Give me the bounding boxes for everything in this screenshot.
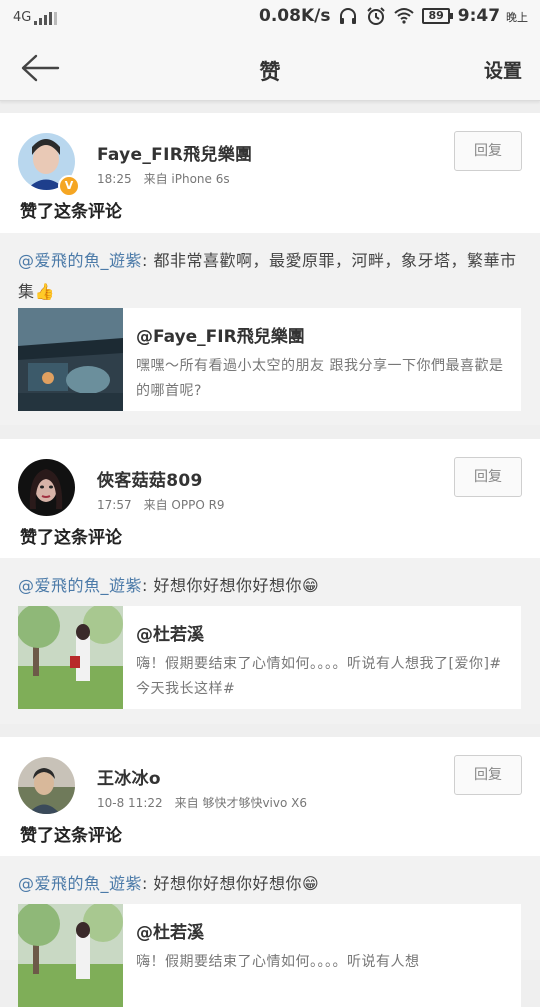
username[interactable]: 王冰冰o	[97, 764, 161, 789]
comment-body: : 好想你好想你好想你😁	[142, 576, 320, 595]
comment-block[interactable]: @爱飛的魚_遊紫: 都非常喜歡啊，最愛原罪，河畔，象牙塔，繁華市集👍 @Faye…	[0, 233, 540, 425]
quoted-post-author: @杜若溪	[136, 923, 204, 943]
quoted-post[interactable]: @杜若溪 嗨！假期要结束了心情如何。。。。听说有人想	[18, 904, 521, 1007]
comment-text: @爱飛的魚_遊紫: 都非常喜歡啊，最愛原罪，河畔，象牙塔，繁華市集👍	[18, 245, 522, 307]
mention-link[interactable]: @爱飛的魚_遊紫	[18, 251, 142, 270]
like-item-card: 王冰冰o 10-8 11:22 来自 够快才够快vivo X6 回复 赞了这条评论	[0, 737, 540, 856]
username[interactable]: Faye_FIR飛兒樂團	[97, 140, 252, 165]
wifi-icon	[394, 8, 415, 24]
headphones-icon	[340, 8, 357, 24]
like-action-text: 赞了这条评论	[20, 826, 122, 846]
page-title: 赞	[259, 60, 281, 84]
post-meta: 18:25 来自 iPhone 6s	[97, 170, 230, 187]
time-value: 9:47	[457, 6, 501, 26]
quoted-post-author: @杜若溪	[136, 625, 204, 645]
comment-body: : 好想你好想你好想你😁	[142, 874, 320, 893]
alarm-icon	[367, 7, 386, 25]
post-source: 来自 iPhone 6s	[143, 172, 230, 186]
ampm: 晚上	[506, 11, 528, 24]
quoted-post-text: 嘿嘿～所有看過小太空的朋友 跟我分享一下你們最喜歡是的哪首呢?	[136, 358, 504, 399]
reply-button[interactable]: 回复	[454, 131, 522, 171]
app-header: 赞 设置	[0, 36, 540, 101]
quoted-post-author: @Faye_FIR飛兒樂團	[136, 327, 305, 347]
reply-button[interactable]: 回复	[454, 755, 522, 795]
avatar[interactable]	[18, 757, 75, 814]
post-meta: 10-8 11:22 来自 够快才够快vivo X6	[97, 794, 307, 811]
status-right: 0.08K/s 89 9:47 晚上	[259, 6, 528, 26]
comment-text: @爱飛的魚_遊紫: 好想你好想你好想你😁	[18, 868, 522, 899]
quoted-post-text: 嗨！假期要结束了心情如何。。。。听说有人想	[136, 954, 420, 970]
quoted-post[interactable]: @Faye_FIR飛兒樂團 嘿嘿～所有看過小太空的朋友 跟我分享一下你們最喜歡是…	[18, 308, 521, 411]
post-time: 10-8 11:22	[97, 796, 163, 810]
comment-text: @爱飛的魚_遊紫: 好想你好想你好想你😁	[18, 570, 522, 601]
battery-icon: 89	[422, 8, 454, 24]
settings-button[interactable]: 设置	[484, 56, 522, 83]
post-time: 17:57	[97, 498, 132, 512]
network-indicator: 4G	[13, 10, 58, 25]
reply-button[interactable]: 回复	[454, 457, 522, 497]
username[interactable]: 俠客菇菇809	[97, 466, 203, 491]
like-action-text: 赞了这条评论	[20, 528, 122, 548]
network-type: 4G	[13, 10, 32, 25]
like-action-text: 赞了这条评论	[20, 202, 122, 222]
quoted-post-thumbnail	[18, 904, 123, 1007]
post-time: 18:25	[97, 172, 132, 186]
avatar[interactable]	[18, 459, 75, 516]
signal-icon	[34, 11, 58, 25]
like-item-card: V Faye_FIR飛兒樂團 18:25 来自 iPhone 6s 回复 赞了这条…	[0, 113, 540, 233]
post-source: 来自 OPPO R9	[143, 498, 225, 512]
comment-block[interactable]: @爱飛的魚_遊紫: 好想你好想你好想你😁 @杜若溪 嗨！假期要结束了心情如何。。…	[0, 558, 540, 724]
quoted-post-thumbnail	[18, 606, 123, 709]
like-item-card: 俠客菇菇809 17:57 来自 OPPO R9 回复 赞了这条评论	[0, 439, 540, 558]
net-speed: 0.08K/s	[259, 6, 331, 26]
quoted-post-thumbnail	[18, 308, 123, 411]
comment-block[interactable]: @爱飛的魚_遊紫: 好想你好想你好想你😁 @杜若溪 嗨！假期要结束了心情如何。。…	[0, 856, 540, 1007]
post-source: 来自 够快才够快vivo X6	[174, 796, 308, 810]
mention-link[interactable]: @爱飛的魚_遊紫	[18, 874, 142, 893]
status-bar: 4G 0.08K/s 89 9:47 晚上	[0, 0, 540, 36]
quoted-post-text: 嗨！假期要结束了心情如何。。。。听说有人想我了[爱你]#今天我长这样#	[136, 656, 502, 697]
clock: 9:47 晚上	[458, 6, 528, 26]
verified-badge-icon: V	[58, 175, 80, 197]
mention-link[interactable]: @爱飛的魚_遊紫	[18, 576, 142, 595]
post-meta: 17:57 来自 OPPO R9	[97, 496, 225, 513]
quoted-post[interactable]: @杜若溪 嗨！假期要结束了心情如何。。。。听说有人想我了[爱你]#今天我长这样#	[18, 606, 521, 709]
